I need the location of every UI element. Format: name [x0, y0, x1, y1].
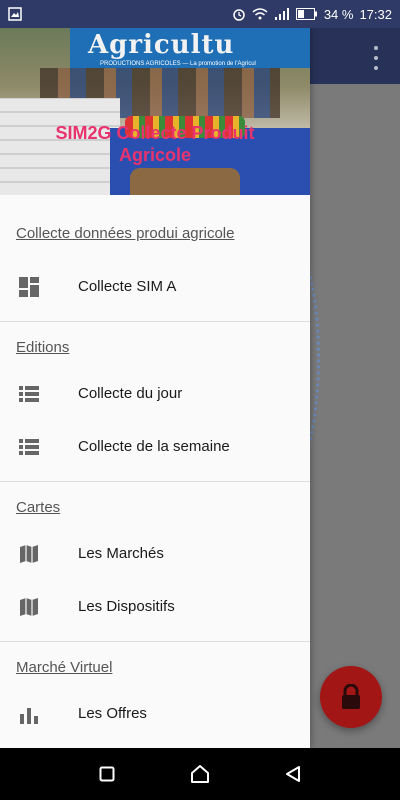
bar-chart-icon: [18, 703, 40, 725]
home-icon: [190, 765, 209, 783]
divider: [0, 641, 310, 642]
menu-item-collecte-de-la-semaine[interactable]: Collecte de la semaine: [0, 420, 310, 473]
header-photo-potatoes: [130, 168, 240, 195]
menu-item-les-dispositifs[interactable]: Les Dispositifs: [0, 580, 310, 633]
menu-item-label: Les Marchés: [78, 545, 164, 562]
back-button[interactable]: [278, 759, 308, 789]
map-icon: [18, 596, 40, 618]
menu-item-les-marches[interactable]: Les Marchés: [0, 527, 310, 580]
map-icon: [18, 543, 40, 565]
section-title-editions: Editions: [16, 338, 70, 356]
menu-item-label: Collecte du jour: [78, 385, 183, 402]
header-banner-subtext: PRODUCTIONS AGRICOLES — La promotion de …: [100, 61, 256, 67]
back-icon: [286, 766, 301, 782]
menu-item-label: Collecte de la semaine: [78, 438, 230, 455]
status-time: 17:32: [359, 6, 392, 22]
navigation-drawer: Agricultu PRODUCTIONS AGRICOLES — La pro…: [0, 28, 310, 748]
status-bar: 34 % 17:32: [0, 0, 400, 28]
divider: [0, 481, 310, 482]
menu-item-collecte-du-jour[interactable]: Collecte du jour: [0, 367, 310, 420]
battery-percent: 34 %: [323, 6, 354, 22]
menu-item-collecte-sim-a[interactable]: Collecte SIM A: [0, 260, 310, 313]
dashboard-icon: [18, 276, 40, 298]
drawer-header: Agricultu PRODUCTIONS AGRICOLES — La pro…: [0, 28, 310, 195]
signal-icon: [274, 7, 290, 21]
overflow-menu-button[interactable]: [368, 46, 384, 70]
section-title-collecte: Collecte données produi agricole: [16, 225, 235, 242]
menu-item-label: Les Dispositifs: [78, 598, 175, 615]
menu-item-label: Les Offres: [78, 705, 147, 722]
header-banner-text: Agricultu: [88, 30, 235, 60]
battery-icon: [295, 8, 318, 20]
list-icon: [18, 436, 40, 458]
lock-icon: [342, 684, 360, 709]
wifi-icon: [252, 7, 268, 21]
alarm-icon: [232, 7, 246, 21]
menu-item-label: Collecte SIM A: [78, 278, 177, 295]
home-button[interactable]: [185, 759, 215, 789]
list-icon: [18, 383, 40, 405]
lock-fab-button[interactable]: [320, 666, 382, 728]
section-title-marche-virtuel: Marché Virtuel: [16, 658, 113, 676]
system-nav-bar: [0, 748, 400, 800]
drawer-header-title: SIM2G Collecte Produit Agricole: [55, 123, 255, 165]
recents-icon: [99, 766, 115, 782]
image-icon: [8, 7, 22, 21]
recents-button[interactable]: [92, 759, 122, 789]
divider: [0, 321, 310, 322]
section-title-cartes: Cartes: [16, 498, 61, 516]
menu-item-les-offres[interactable]: Les Offres: [0, 687, 310, 740]
